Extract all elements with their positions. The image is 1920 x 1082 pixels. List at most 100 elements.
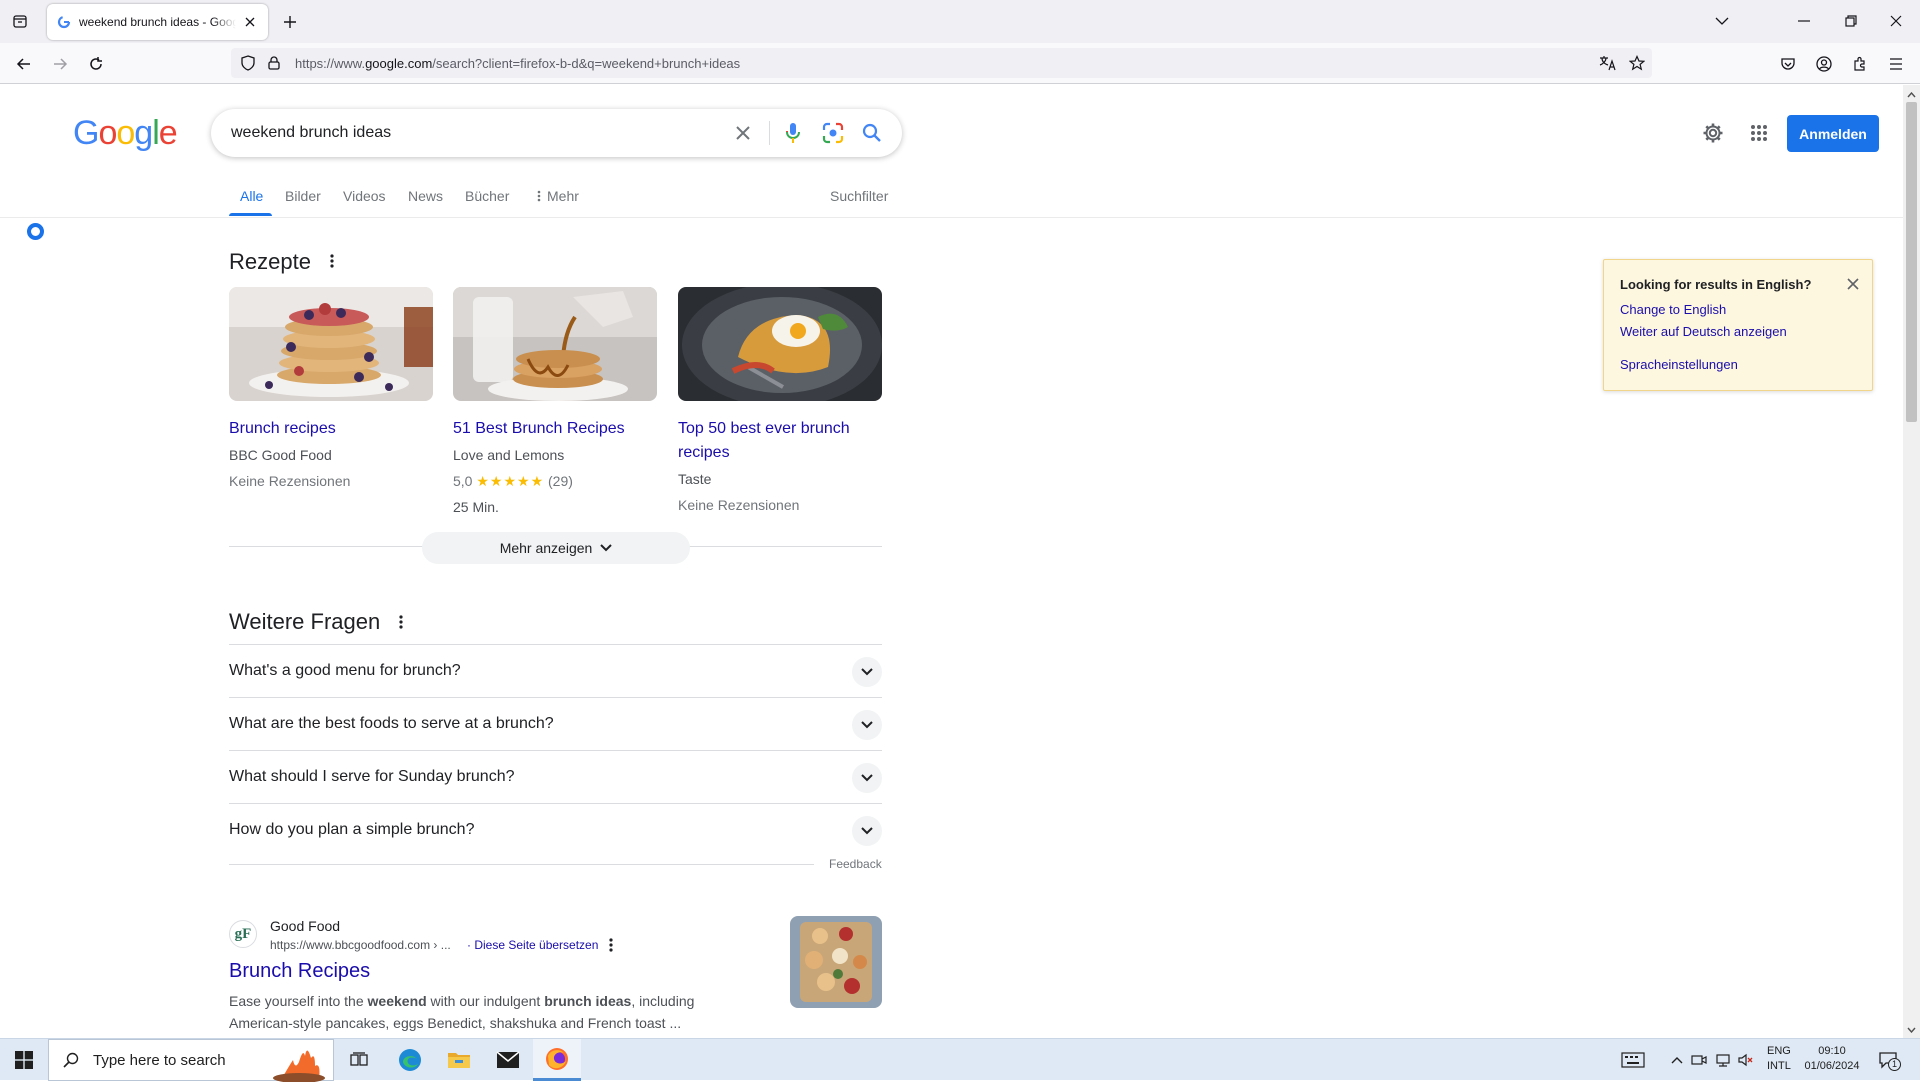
voice-search-icon[interactable] [781,121,805,145]
tab-close-icon[interactable] [242,14,258,30]
account-icon[interactable] [1810,50,1838,78]
scrollbar-thumb[interactable] [1906,102,1917,422]
minimize-button[interactable] [1790,8,1818,34]
recipe-title[interactable]: 51 Best Brunch Recipes [453,417,657,441]
keyboard-layout-icon[interactable] [1620,1051,1646,1069]
settings-gear-icon[interactable] [1701,121,1725,145]
restore-button[interactable] [1837,8,1865,34]
recipe-rating: Keine Rezensionen [229,473,351,489]
file-explorer-icon[interactable] [435,1039,483,1081]
search-highlight-icon [273,1050,325,1082]
result-url[interactable]: https://www.bbcgoodfood.com › ... [270,938,451,952]
translate-page-link[interactable]: · Diese Seite übersetzen [467,938,598,952]
tab-list-icon[interactable] [8,9,32,33]
browser-tab-active[interactable]: weekend brunch ideas - Google Search [47,4,268,40]
start-button[interactable] [0,1039,48,1081]
paa-question[interactable]: What are the best foods to serve at a br… [229,697,882,750]
tab-news[interactable]: News [408,188,443,204]
close-window-button[interactable] [1882,8,1910,34]
address-bar[interactable]: https://www.google.com/search?client=fir… [231,48,1652,78]
mail-icon[interactable] [484,1039,532,1081]
scroll-up-arrow-icon[interactable] [1905,88,1918,101]
recipes-options-icon[interactable] [325,252,339,270]
tab-more-label: Mehr [547,188,579,204]
search-icon[interactable] [860,121,884,145]
taskbar-search-box[interactable]: Type here to search [48,1039,334,1082]
recipe-card[interactable]: Top 50 best ever brunch recipes Taste Ke… [678,287,882,515]
reload-button[interactable] [82,50,110,78]
paa-options-icon[interactable] [394,613,408,631]
chevron-down-icon[interactable] [852,763,882,793]
scroll-down-arrow-icon[interactable] [1905,1023,1918,1036]
language-settings-link[interactable]: Spracheinstellungen [1620,357,1738,372]
tab-all[interactable]: Alle [240,188,263,204]
result-options-icon[interactable] [604,936,618,954]
new-tab-button[interactable] [278,10,302,34]
result-site-name[interactable]: Good Food [270,918,340,934]
search-box[interactable]: weekend brunch ideas [211,109,902,157]
firefox-icon[interactable] [533,1039,581,1081]
app-menu-icon[interactable] [1882,50,1910,78]
result-thumbnail[interactable] [790,916,882,1008]
lock-icon[interactable] [261,50,287,76]
bookmark-star-icon[interactable] [1624,50,1650,76]
paa-question[interactable]: What should I serve for Sunday brunch? [229,750,882,803]
google-logo[interactable]: Google [73,114,178,153]
google-apps-icon[interactable] [1747,121,1771,145]
recipe-card[interactable]: 51 Best Brunch Recipes Love and Lemons 5… [453,287,657,517]
paa-question-text: What's a good menu for brunch? [229,662,461,679]
clear-search-icon[interactable] [731,121,755,145]
extensions-icon[interactable] [1846,50,1874,78]
show-more-button[interactable]: Mehr anzeigen [422,532,690,564]
show-hidden-icons-chevron-icon[interactable] [1668,1051,1686,1069]
recipe-source: Taste [678,471,712,487]
rating-count: (29) [548,473,573,489]
input-language-code: ENG [1767,1045,1791,1057]
sign-in-button[interactable]: Anmelden [1787,115,1879,152]
tab-books[interactable]: Bücher [465,188,509,204]
chevron-down-icon[interactable] [852,657,882,687]
recipe-image-syrup-pancakes[interactable] [453,287,657,401]
recipe-image-pancakes[interactable] [229,287,433,401]
paa-question-text: What are the best foods to serve at a br… [229,715,554,732]
forward-button[interactable] [46,50,74,78]
clock[interactable]: 09:10 01/06/2024 [1802,1044,1862,1074]
tab-overflow-chevron-icon[interactable] [1708,8,1736,34]
tab-videos[interactable]: Videos [343,188,386,204]
recipe-title[interactable]: Brunch recipes [229,417,433,441]
search-tools[interactable]: Suchfilter [830,188,888,204]
recipe-title[interactable]: Top 50 best ever brunch recipes [678,417,882,465]
network-icon[interactable] [1714,1051,1732,1069]
recipe-image-egg-toast[interactable] [678,287,882,401]
lens-search-icon[interactable] [821,121,845,145]
paa-question[interactable]: What's a good menu for brunch? [229,644,882,697]
notification-center-icon[interactable]: 1 [1876,1051,1901,1071]
meet-now-icon[interactable] [1690,1051,1708,1069]
feedback-link[interactable]: Feedback [829,857,882,871]
paa-question[interactable]: How do you plan a simple brunch? [229,803,882,856]
pocket-icon[interactable] [1774,50,1802,78]
recipe-card[interactable]: Brunch recipes BBC Good Food Keine Rezen… [229,287,433,491]
translate-page-icon[interactable] [1595,50,1621,76]
google-favicon-icon [57,15,71,29]
windows-taskbar: Type here to search ENG INTL 09:10 01/06… [0,1038,1920,1082]
change-to-english-link[interactable]: Change to English [1620,302,1726,317]
edge-browser-icon[interactable] [386,1039,434,1081]
volume-muted-icon[interactable] [1737,1051,1755,1069]
tab-more[interactable]: Mehr [537,188,579,204]
close-icon[interactable] [1844,275,1862,293]
paa-question-text: How do you plan a simple brunch? [229,821,475,838]
recipe-rating: 5,0 ★★★★★ (29) [453,471,657,491]
chevron-down-icon[interactable] [852,710,882,740]
chevron-down-icon[interactable] [852,816,882,846]
recipe-time: 25 Min. [453,499,499,515]
result-title[interactable]: Brunch Recipes [229,960,370,983]
task-view-icon[interactable] [335,1039,383,1081]
search-input[interactable]: weekend brunch ideas [231,124,391,142]
back-button[interactable] [10,50,38,78]
tab-images[interactable]: Bilder [285,188,321,204]
input-language[interactable]: ENG INTL [1767,1044,1791,1074]
tracking-shield-icon[interactable] [235,50,261,76]
continue-german-link[interactable]: Weiter auf Deutsch anzeigen [1620,324,1787,339]
input-language-layout: INTL [1767,1060,1791,1072]
